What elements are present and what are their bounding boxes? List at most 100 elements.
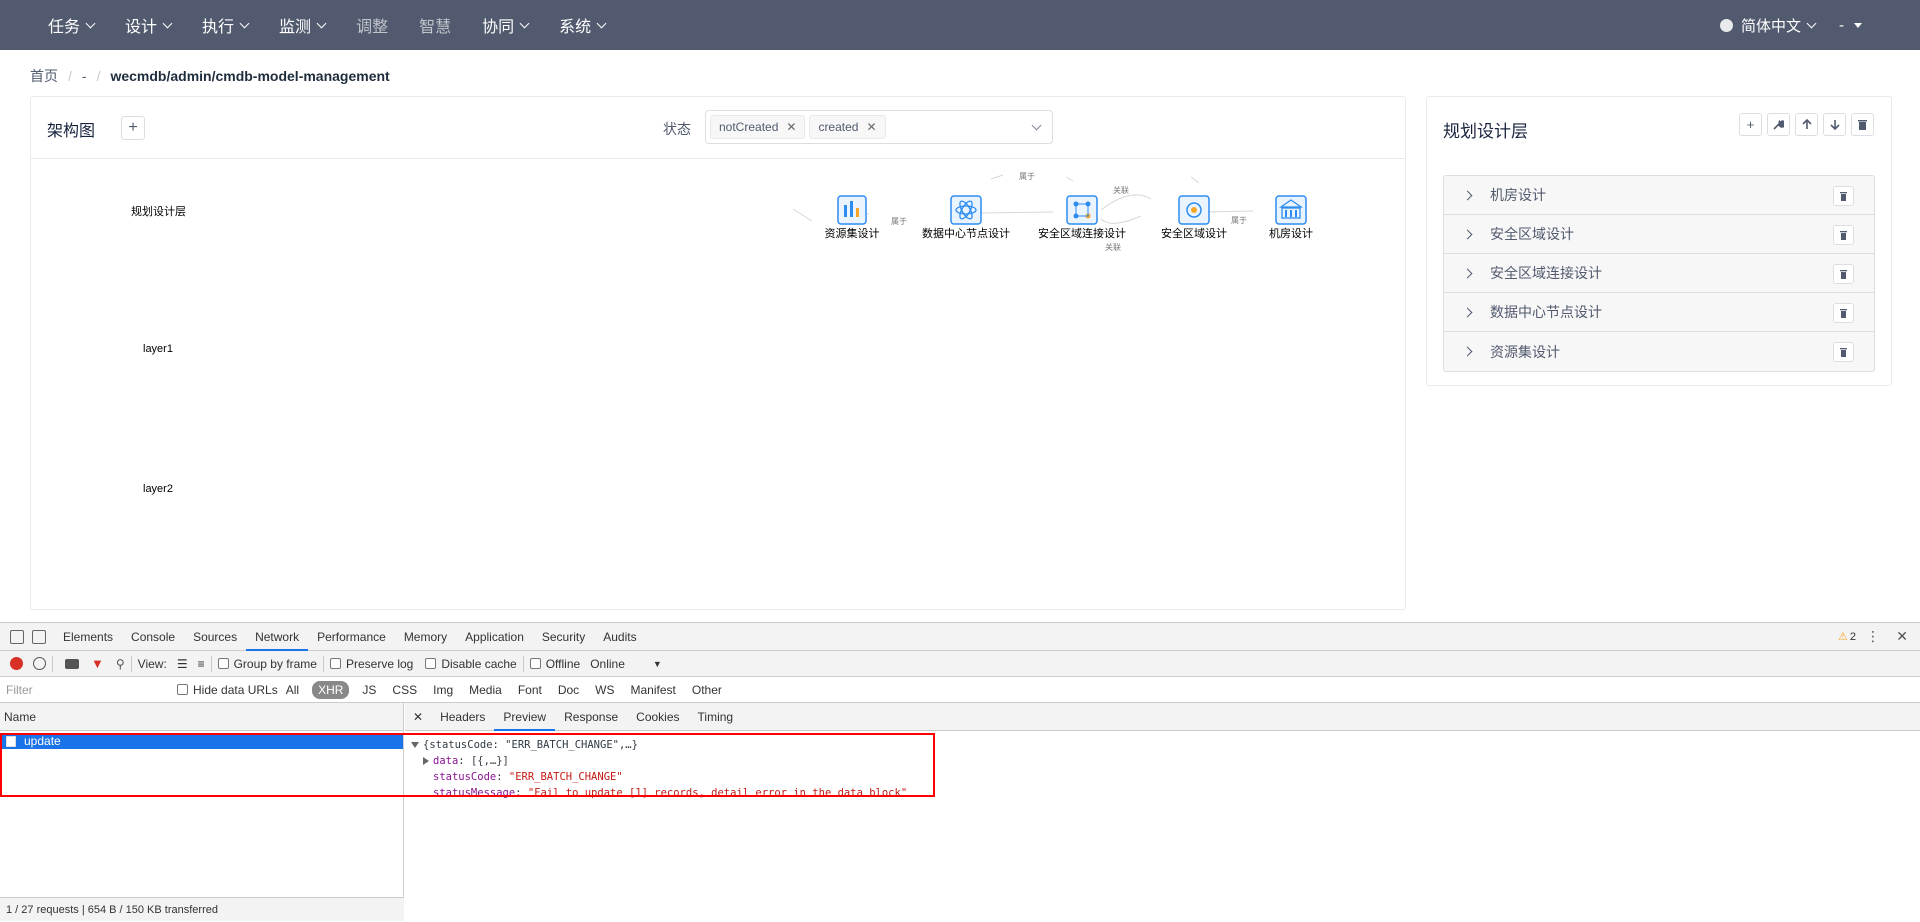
checkbox[interactable] (217, 658, 229, 669)
type-filter-css[interactable]: CSS (389, 681, 420, 699)
preserve-log-checkbox[interactable]: Preserve log (329, 656, 414, 671)
request-row[interactable]: update (0, 733, 403, 749)
device-toolbar-icon[interactable] (32, 629, 46, 644)
type-filter-xhr[interactable]: XHR (312, 680, 350, 699)
type-filter-media[interactable]: Media (466, 681, 505, 699)
layer-item[interactable]: 安全区域连接设计 (1444, 254, 1874, 293)
add-button[interactable]: + (1739, 113, 1762, 136)
detail-tab[interactable]: Headers (431, 703, 494, 731)
expand-triangle-icon[interactable] (411, 742, 419, 748)
delete-item-button[interactable] (1833, 342, 1854, 362)
devtools-tab[interactable]: Application (456, 623, 533, 651)
layer-item[interactable]: 数据中心节点设计 (1444, 293, 1874, 332)
delete-item-button[interactable] (1833, 186, 1854, 206)
menu-intelligence-label: 智慧 (419, 19, 452, 36)
list-view-icon[interactable]: ☰ (177, 657, 188, 671)
language-label: 简体中文 (1740, 17, 1801, 35)
plus-icon: + (1746, 117, 1755, 132)
node-label: 数据中心节点设计 (922, 226, 1010, 240)
devtools-tab[interactable]: Memory (395, 623, 456, 651)
throttling-value: Online (590, 656, 625, 671)
checkbox[interactable] (329, 658, 341, 669)
devtools-tab[interactable]: Network (246, 623, 309, 651)
delete-item-button[interactable] (1833, 303, 1854, 323)
type-filter-js[interactable]: JS (359, 681, 379, 699)
filter-input[interactable]: Filter (0, 679, 163, 700)
offline-checkbox[interactable]: Offline (529, 657, 580, 671)
caret-down-icon: ▼ (652, 658, 662, 669)
filter-icon[interactable]: ▼ (91, 656, 104, 671)
menu-execute[interactable]: 执行 (202, 13, 250, 37)
devtools-tab[interactable]: Audits (594, 623, 645, 651)
json-root[interactable]: {statusCode: "ERR_BATCH_CHANGE",…} (411, 737, 1920, 753)
disable-cache-checkbox[interactable]: Disable cache (425, 657, 517, 671)
edit-button[interactable] (1767, 113, 1790, 136)
user-menu[interactable]: - (1839, 17, 1862, 34)
waterfall-view-icon[interactable]: ≡ (198, 657, 205, 671)
detail-tab[interactable]: Cookies (627, 703, 688, 731)
delete-layer-button[interactable] (1851, 113, 1874, 136)
menu-design[interactable]: 设计 (125, 13, 173, 37)
menu-task[interactable]: 任务 (48, 13, 96, 37)
view-label: View: (137, 656, 167, 671)
devtools-tab[interactable]: Security (533, 623, 594, 651)
close-icon[interactable]: ✕ (413, 710, 423, 724)
menu-collaborate[interactable]: 协同 (482, 13, 530, 37)
close-icon[interactable]: ✕ (1896, 628, 1908, 645)
delete-item-button[interactable] (1833, 225, 1854, 245)
type-filter-all[interactable]: All (283, 681, 302, 699)
graph-node[interactable]: 安全区域设计 (1161, 195, 1227, 240)
checkbox[interactable] (425, 658, 437, 669)
collapse-triangle-icon[interactable] (423, 757, 429, 765)
json-data-entry[interactable]: data: [{,…}] (411, 753, 1920, 769)
clear-icon[interactable] (33, 657, 46, 670)
more-options-icon[interactable]: ⋮ (1866, 628, 1880, 645)
menu-system[interactable]: 系统 (559, 13, 607, 37)
devtools-tab[interactable]: Performance (308, 623, 395, 651)
type-filter-font[interactable]: Font (515, 681, 545, 699)
layer-item[interactable]: 安全区域设计 (1444, 215, 1874, 254)
layer-item[interactable]: 资源集设计 (1444, 332, 1874, 371)
checkbox-label: Preserve log (345, 656, 414, 671)
delete-item-button[interactable] (1833, 264, 1854, 284)
menu-task-label: 任务 (48, 19, 81, 36)
hide-data-urls-checkbox[interactable]: Hide data URLs (177, 683, 278, 697)
breadcrumb-middle[interactable]: - (82, 68, 87, 84)
name-column-header[interactable]: Name (0, 703, 403, 731)
menu-intelligence[interactable]: 智慧 (419, 13, 451, 37)
throttling-select[interactable]: Online ▼ (590, 657, 662, 671)
checkbox[interactable] (177, 684, 188, 695)
screenshot-icon[interactable] (65, 658, 79, 669)
request-details: ✕ Headers Preview Response Cookies Timin… (405, 703, 1920, 921)
breadcrumb-home[interactable]: 首页 (30, 66, 58, 86)
divider (130, 655, 132, 672)
move-up-button[interactable] (1795, 113, 1818, 136)
devtools-tab[interactable]: Elements (54, 623, 122, 651)
menu-adjust[interactable]: 调整 (356, 13, 388, 37)
layer-item[interactable]: 机房设计 (1444, 176, 1874, 215)
language-switcher[interactable]: 简体中文 (1719, 15, 1817, 36)
graph-node[interactable]: 资源集设计 (825, 195, 880, 240)
graph-node[interactable]: 机房设计 (1269, 195, 1313, 240)
json-value: "Fail to update [1] records, detail erro… (527, 787, 908, 799)
detail-tab[interactable]: Preview (494, 703, 556, 731)
move-down-button[interactable] (1823, 113, 1846, 136)
warnings-badge[interactable]: ⚠ 2 (1838, 630, 1856, 644)
type-filter-doc[interactable]: Doc (555, 681, 582, 699)
inspect-icon[interactable] (10, 629, 24, 644)
record-icon[interactable] (10, 657, 23, 670)
type-filter-img[interactable]: Img (430, 681, 456, 699)
menu-monitor[interactable]: 监测 (279, 13, 327, 37)
devtools-tab[interactable]: Sources (184, 623, 246, 651)
search-icon[interactable]: ⚲ (116, 657, 125, 671)
detail-tab[interactable]: Response (555, 703, 627, 731)
json-key: statusMessage (433, 787, 516, 799)
group-by-frame-checkbox[interactable]: Group by frame (217, 657, 317, 671)
devtools-tab[interactable]: Console (122, 623, 184, 651)
checkbox[interactable] (529, 658, 541, 669)
type-filter-manifest[interactable]: Manifest (628, 681, 679, 699)
graph-node[interactable]: 数据中心节点设计 (922, 195, 1010, 240)
detail-tab[interactable]: Timing (689, 703, 743, 731)
type-filter-ws[interactable]: WS (592, 681, 617, 699)
type-filter-other[interactable]: Other (689, 681, 725, 699)
